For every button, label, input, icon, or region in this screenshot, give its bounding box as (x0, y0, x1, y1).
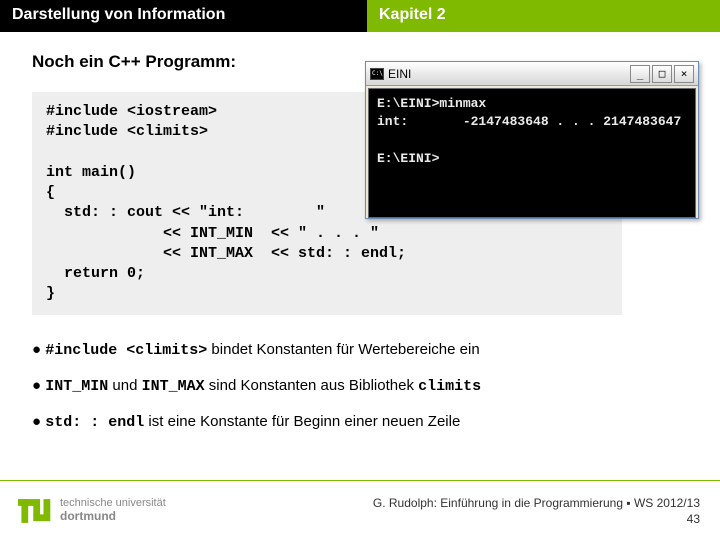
university-logo: technische universität dortmund (18, 494, 166, 528)
bullet-text: sind Konstanten aus Bibliothek (205, 377, 418, 394)
header-topic: Darstellung von Information (0, 0, 367, 32)
tu-logo-icon (18, 494, 52, 528)
page-number: 43 (373, 512, 700, 526)
bullet-text: ist eine Konstante für Beginn einer neue… (144, 413, 460, 430)
bullet-list: #include <climits> bindet Konstanten für… (32, 339, 688, 433)
slide-footer: technische universität dortmund G. Rudol… (0, 480, 720, 540)
inline-code: INT_MAX (142, 378, 205, 395)
inline-code: #include <climits> (45, 342, 207, 359)
console-titlebar: EINI _ □ × (366, 62, 698, 86)
console-window: EINI _ □ × E:\EINI>minmax int: -21474836… (365, 61, 699, 219)
inline-code: climits (418, 378, 481, 395)
cmd-icon (370, 68, 384, 80)
console-title: EINI (370, 67, 411, 81)
list-item: std: : endl ist eine Konstante für Begin… (32, 411, 688, 433)
minimize-button[interactable]: _ (630, 65, 650, 83)
bullet-text: und (108, 377, 141, 394)
window-buttons: _ □ × (630, 65, 694, 83)
console-output: E:\EINI>minmax int: -2147483648 . . . 21… (368, 88, 696, 218)
inline-code: std: : endl (45, 414, 144, 431)
console-title-text: EINI (388, 67, 411, 81)
list-item: #include <climits> bindet Konstanten für… (32, 339, 688, 361)
close-button[interactable]: × (674, 65, 694, 83)
attribution-text: G. Rudolph: Einführung in die Programmie… (373, 496, 700, 510)
footer-attribution: G. Rudolph: Einführung in die Programmie… (373, 496, 700, 526)
bullet-text: bindet Konstanten für Wertebereiche ein (207, 341, 479, 358)
maximize-button[interactable]: □ (652, 65, 672, 83)
slide-header: Darstellung von Information Kapitel 2 (0, 0, 720, 32)
logo-text: technische universität dortmund (60, 497, 166, 523)
list-item: INT_MIN und INT_MAX sind Konstanten aus … (32, 375, 688, 397)
university-city: dortmund (60, 510, 166, 524)
inline-code: INT_MIN (45, 378, 108, 395)
header-chapter: Kapitel 2 (367, 0, 720, 32)
